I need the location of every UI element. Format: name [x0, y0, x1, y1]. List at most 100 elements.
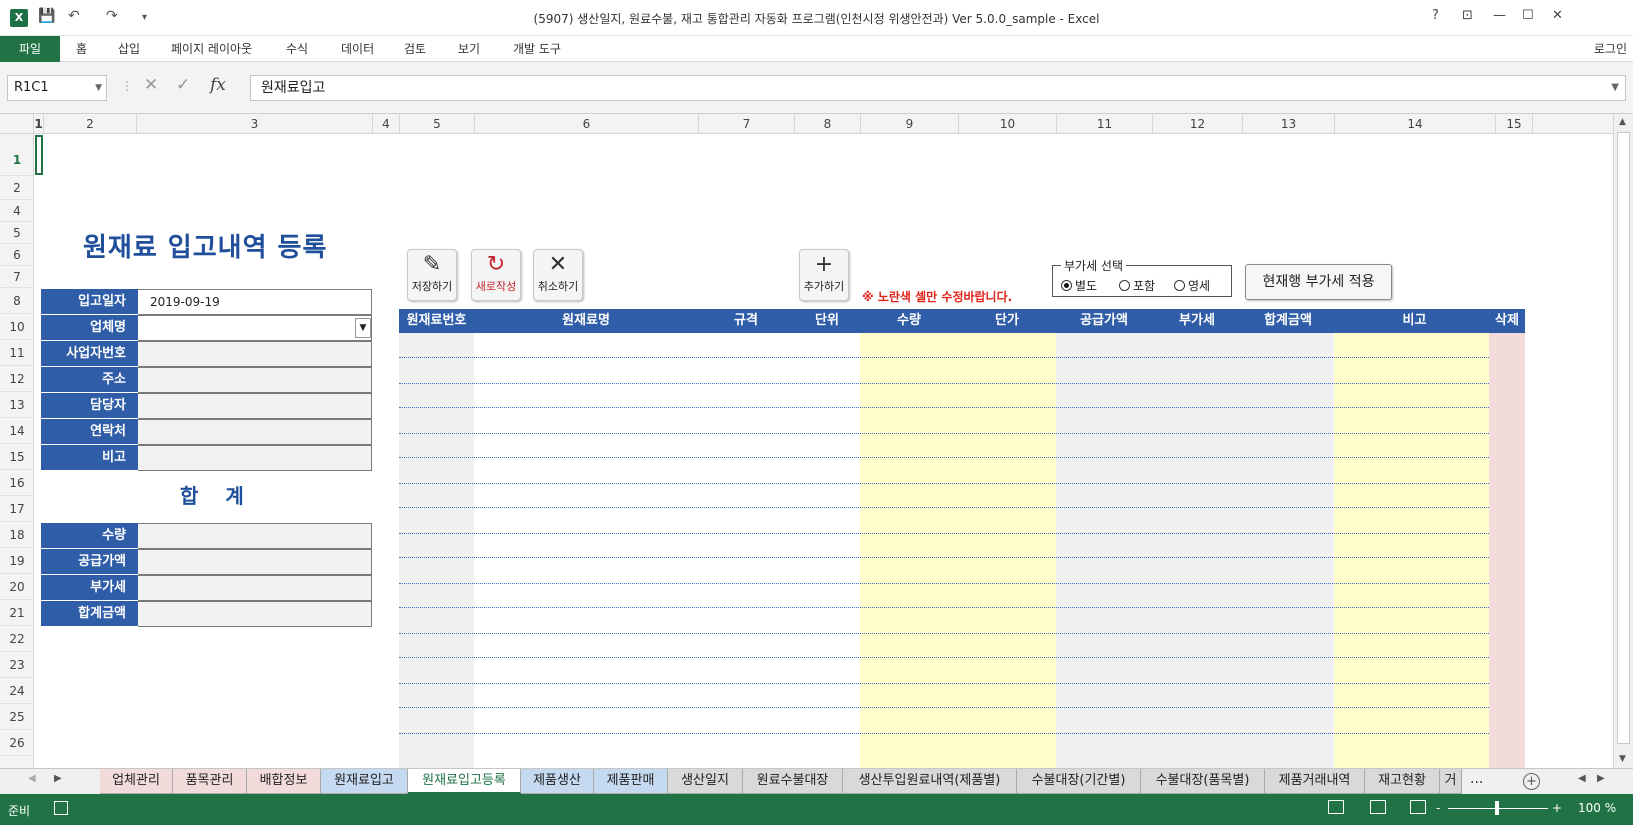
row-header-cell[interactable]: 14 [0, 418, 34, 444]
minimize-icon[interactable]: — [1493, 8, 1506, 23]
save-button[interactable]: ✎ 저장하기 [407, 249, 457, 301]
row-header-cell[interactable]: 1 [0, 134, 34, 176]
hscroll-right-icon[interactable]: ▶ [1597, 773, 1605, 784]
vat-radio-zero[interactable]: 영세 [1174, 277, 1210, 294]
zoom-slider-thumb[interactable] [1495, 801, 1499, 815]
login-link[interactable]: 로그인 [1594, 36, 1627, 62]
cancel-button[interactable]: ✕ 취소하기 [533, 249, 583, 301]
column-header-cell[interactable]: 8 [795, 114, 861, 134]
enter-icon[interactable]: ✓ [176, 75, 190, 95]
column-header-cell[interactable]: 9 [861, 114, 959, 134]
column-header-cell[interactable]: 6 [475, 114, 699, 134]
column-header-cell[interactable]: 1 [34, 114, 44, 134]
restore-icon[interactable]: ☐ [1522, 8, 1534, 23]
sheet-tab[interactable]: 수불대장(품목별) [1141, 769, 1265, 794]
tab-view[interactable]: 보기 [450, 36, 488, 62]
tab-file[interactable]: 파일 [0, 36, 60, 62]
sheet-tab[interactable]: 제품생산 [521, 769, 594, 794]
row-header-cell[interactable]: 25 [0, 704, 34, 730]
apply-vat-button[interactable]: 현재행 부가세 적용 [1245, 264, 1392, 300]
chevron-down-icon[interactable]: ▼ [95, 76, 102, 100]
row-header-cell[interactable]: 21 [0, 600, 34, 626]
row-header-cell[interactable]: 23 [0, 652, 34, 678]
column-header-cell[interactable]: 10 [959, 114, 1057, 134]
row-header-cell[interactable]: 19 [0, 548, 34, 574]
page-break-view-icon[interactable] [1410, 800, 1426, 814]
column-header-cell[interactable]: 4 [373, 114, 400, 134]
chevron-down-icon[interactable]: ▼ [355, 318, 371, 338]
row-header-cell[interactable]: 22 [0, 626, 34, 652]
close-icon[interactable]: ✕ [1552, 8, 1563, 23]
column-header-cell[interactable]: 13 [1243, 114, 1335, 134]
zoom-in-icon[interactable]: + [1552, 801, 1562, 815]
tab-insert[interactable]: 삽입 [110, 36, 148, 62]
column-header-cell[interactable]: 15 [1496, 114, 1533, 134]
cancel-icon[interactable]: ✕ [144, 75, 158, 95]
tab-developer[interactable]: 개발 도구 [505, 36, 569, 62]
tab-data[interactable]: 데이터 [333, 36, 382, 62]
row-header-cell[interactable]: 13 [0, 392, 34, 418]
column-header-cell[interactable]: 5 [400, 114, 475, 134]
sheet-tab[interactable]: 원재료입고 [321, 769, 408, 794]
sheet-tab[interactable]: 원료수불대장 [743, 769, 843, 794]
row-header-cell[interactable]: 7 [0, 266, 34, 288]
column-header-cell[interactable]: 3 [137, 114, 373, 134]
scroll-thumb[interactable] [1617, 132, 1630, 744]
tab-review[interactable]: 검토 [396, 36, 434, 62]
row-header-cell[interactable]: 8 [0, 288, 34, 314]
row-header-cell[interactable]: 18 [0, 522, 34, 548]
sheet-tab[interactable]: 업체관리 [100, 769, 173, 794]
sheet-tab[interactable]: 제품판매 [594, 769, 668, 794]
row-header-cell[interactable]: 12 [0, 366, 34, 392]
row-header-cell[interactable]: 26 [0, 730, 34, 756]
tab-scroll-right-icon[interactable]: ▶ [54, 773, 62, 784]
sheet-tab[interactable]: 재고현황 [1365, 769, 1440, 794]
select-all-corner[interactable] [0, 114, 34, 134]
vertical-scrollbar[interactable]: ▲ ▼ [1613, 114, 1633, 768]
fx-icon[interactable]: fx [210, 75, 226, 95]
row-header-cell[interactable]: 10 [0, 314, 34, 340]
row-header-cell[interactable]: 24 [0, 678, 34, 704]
row-header-cell[interactable]: 17 [0, 496, 34, 522]
tab-scroll-left-icon[interactable]: ◀ [28, 773, 36, 784]
normal-view-icon[interactable] [1328, 800, 1344, 814]
scroll-down-icon[interactable]: ▼ [1619, 754, 1626, 764]
tab-page-layout[interactable]: 페이지 레이아웃 [163, 36, 260, 62]
column-header-cell[interactable]: 11 [1057, 114, 1153, 134]
row-header-cell[interactable]: 6 [0, 244, 34, 266]
name-box[interactable]: R1C1 ▼ [7, 75, 107, 101]
vat-radio-separate[interactable]: 별도 [1061, 277, 1097, 294]
help-icon[interactable]: ? [1432, 8, 1439, 23]
sheet-tab[interactable]: 배합정보 [247, 769, 321, 794]
new-button[interactable]: ↻ 새로작성 [471, 249, 521, 301]
sheet-tab[interactable]: 거 [1440, 769, 1462, 794]
sheet-tab[interactable]: 품목관리 [173, 769, 247, 794]
scroll-up-icon[interactable]: ▲ [1619, 117, 1626, 127]
ribbon-display-icon[interactable]: ⊡ [1462, 8, 1473, 23]
row-header-cell[interactable]: 16 [0, 470, 34, 496]
zoom-level[interactable]: 100 % [1578, 801, 1616, 815]
formula-input[interactable]: 원재료입고 ▼ [250, 75, 1626, 101]
sheet-tab[interactable]: 제품거래내역 [1265, 769, 1365, 794]
tab-home[interactable]: 홈 [68, 36, 95, 62]
sheet-tab[interactable]: 생산투입원료내역(제품별) [843, 769, 1017, 794]
row-header-cell[interactable]: 15 [0, 444, 34, 470]
column-header-cell[interactable]: 7 [699, 114, 795, 134]
row-header-cell[interactable]: 2 [0, 176, 34, 200]
page-layout-view-icon[interactable] [1370, 800, 1386, 814]
add-button[interactable]: + 추가하기 [799, 249, 849, 301]
sheet-tab[interactable]: 수불대장(기간별) [1017, 769, 1141, 794]
vat-radio-included[interactable]: 포함 [1119, 277, 1155, 294]
expand-formula-icon[interactable]: ▼ [1611, 76, 1619, 100]
column-header-cell[interactable]: 2 [44, 114, 137, 134]
row-header-cell[interactable]: 20 [0, 574, 34, 600]
worksheet[interactable]: 원재료 입고내역 등록 입고일자 2019-09-19 업체명 ▼ 사업자번호 … [35, 135, 1613, 768]
active-cell[interactable] [35, 135, 43, 175]
sheet-tab-active[interactable]: 원재료입고등록 [408, 769, 521, 794]
vendor-select[interactable]: ▼ [138, 315, 372, 341]
column-header-cell[interactable]: 14 [1335, 114, 1496, 134]
receipt-date-field[interactable]: 2019-09-19 [138, 289, 372, 315]
row-header-cell[interactable]: 5 [0, 222, 34, 244]
column-header-cell[interactable]: 12 [1153, 114, 1243, 134]
tab-formulas[interactable]: 수식 [278, 36, 316, 62]
